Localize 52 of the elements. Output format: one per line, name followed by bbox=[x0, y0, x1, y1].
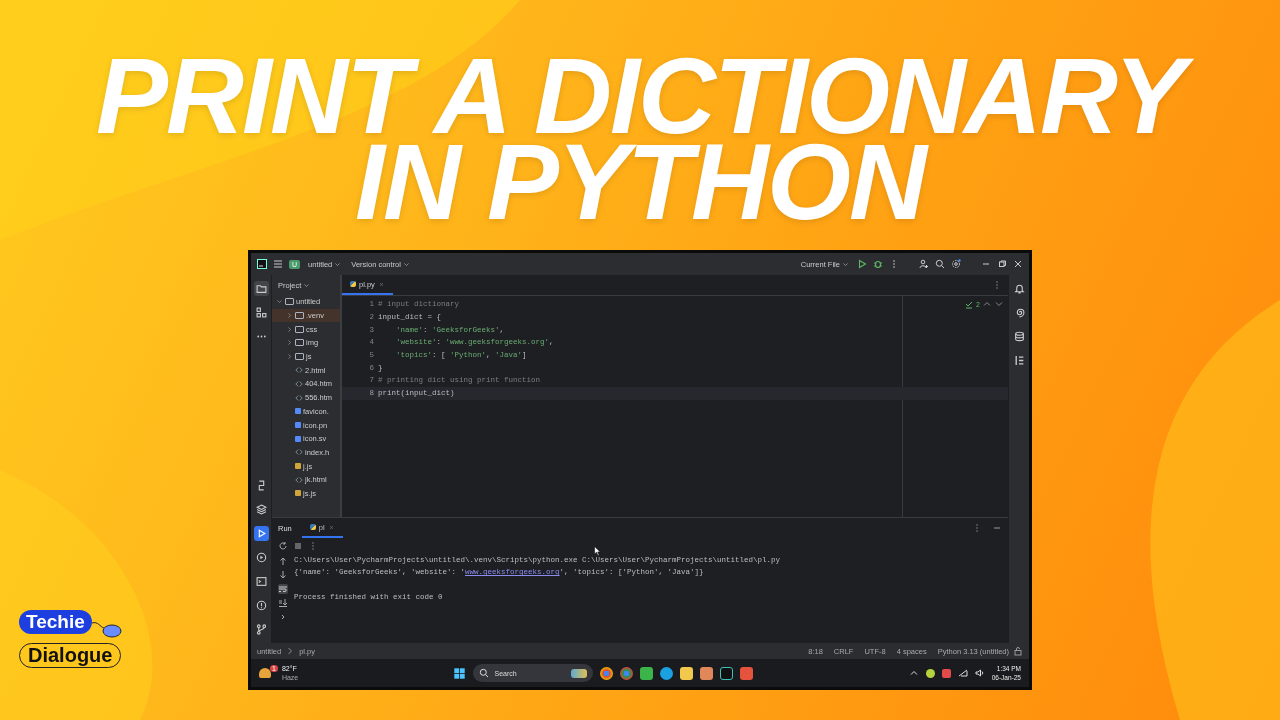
menu-icon[interactable] bbox=[273, 259, 283, 269]
tray-chevron-icon[interactable] bbox=[908, 668, 919, 678]
browser-icon[interactable] bbox=[620, 666, 634, 680]
weather-icon[interactable] bbox=[259, 668, 271, 678]
run-icon[interactable] bbox=[253, 526, 269, 541]
code-file-icon bbox=[295, 379, 303, 388]
code-file-icon bbox=[295, 393, 303, 402]
terminal-icon[interactable] bbox=[253, 574, 269, 589]
down-arrow-icon[interactable] bbox=[278, 570, 288, 580]
start-icon[interactable] bbox=[453, 666, 467, 680]
layers-icon[interactable] bbox=[253, 502, 269, 517]
folder-icon[interactable] bbox=[680, 666, 694, 680]
code-file-icon bbox=[295, 448, 303, 457]
soft-wrap-icon[interactable] bbox=[278, 584, 288, 594]
stop-icon[interactable] bbox=[293, 541, 303, 551]
close-icon[interactable] bbox=[1013, 259, 1023, 269]
logo-label: Techie bbox=[19, 610, 92, 634]
chevron-down-icon bbox=[842, 261, 849, 268]
search-icon bbox=[479, 668, 490, 678]
search-icon[interactable] bbox=[935, 259, 945, 269]
lock-icon[interactable] bbox=[1013, 646, 1023, 656]
file-icon bbox=[295, 490, 301, 497]
network-icon[interactable] bbox=[957, 668, 968, 678]
mouse-cursor-icon bbox=[594, 546, 601, 556]
chat-app-icon[interactable] bbox=[660, 666, 674, 680]
structure-icon[interactable] bbox=[253, 305, 269, 320]
code-file-icon bbox=[295, 366, 303, 375]
app-logo-icon bbox=[257, 259, 267, 269]
app-icon[interactable] bbox=[740, 666, 754, 680]
folder-icon[interactable] bbox=[253, 281, 269, 296]
volume-icon[interactable] bbox=[974, 668, 985, 678]
chevron-down-icon bbox=[403, 261, 411, 268]
code-file-icon bbox=[295, 475, 303, 484]
bug-icon[interactable] bbox=[873, 259, 883, 269]
file-icon bbox=[295, 463, 301, 470]
media-player-icon[interactable] bbox=[700, 666, 714, 680]
add-user-icon[interactable] bbox=[919, 259, 929, 269]
settings-icon[interactable] bbox=[951, 259, 961, 269]
ide-app-icon[interactable] bbox=[720, 666, 734, 680]
scroll-end-icon[interactable] bbox=[278, 598, 288, 608]
python-file-icon bbox=[309, 524, 316, 530]
browser-icon[interactable] bbox=[600, 666, 614, 680]
chevron-down-icon bbox=[303, 281, 311, 289]
restore-icon[interactable] bbox=[997, 259, 1007, 269]
python-file-icon bbox=[350, 281, 356, 287]
chevron-down-icon bbox=[334, 261, 342, 268]
up-arrow-icon[interactable] bbox=[278, 556, 288, 566]
run-icon[interactable] bbox=[857, 259, 867, 269]
app-icon[interactable] bbox=[640, 666, 654, 680]
mouse-icon bbox=[91, 619, 122, 639]
rerun-icon[interactable] bbox=[278, 541, 288, 551]
check-icon[interactable] bbox=[964, 299, 975, 309]
